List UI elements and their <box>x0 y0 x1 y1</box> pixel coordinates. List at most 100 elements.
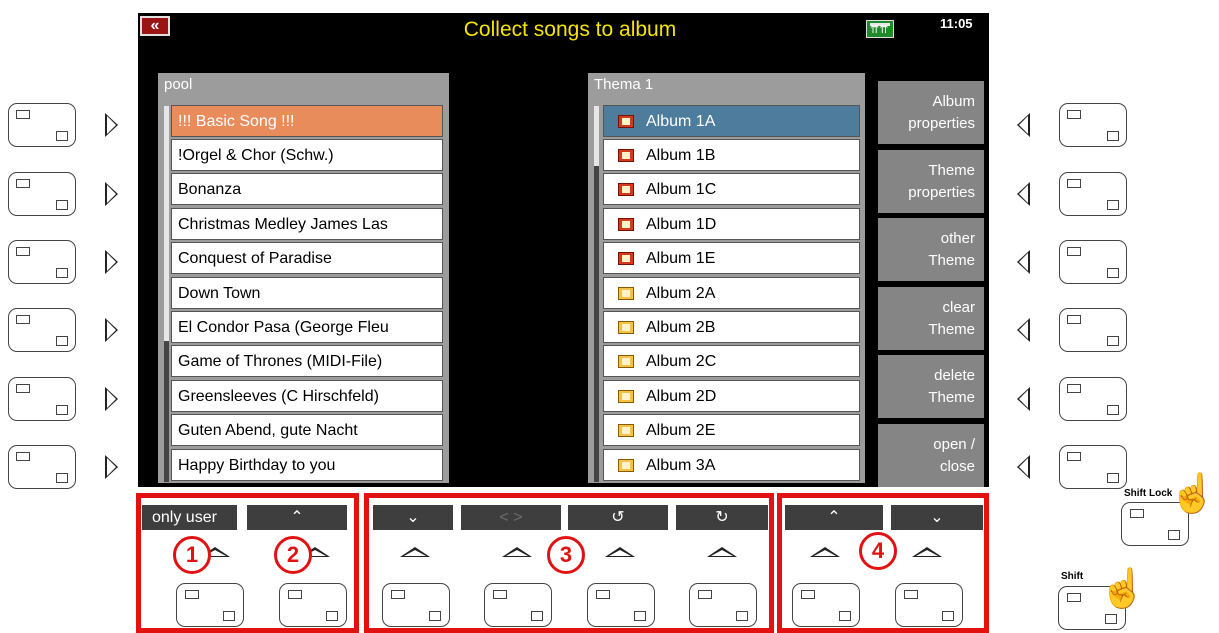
album-icon <box>618 218 634 231</box>
arrow-left-icon <box>1017 250 1030 274</box>
shift-lock-label: Shift Lock <box>1124 488 1173 499</box>
side-button-label: open / <box>933 435 975 453</box>
side-button-label: Theme <box>928 320 975 338</box>
arrow-left-icon <box>1017 318 1030 342</box>
arrow-left-icon <box>1017 387 1030 411</box>
album-icon <box>618 149 634 162</box>
thema-panel: Thema 1 Album 1A Album 1B Album 1C Album… <box>588 73 865 483</box>
side-button-label: Theme <box>928 161 975 179</box>
pool-list-item[interactable]: Guten Abend, gute Nacht <box>171 414 443 446</box>
album-icon <box>618 321 634 334</box>
registration-memory-icon <box>866 20 894 38</box>
pool-list-item[interactable]: Down Town <box>171 277 443 309</box>
album-icon <box>618 183 634 196</box>
pool-list-item[interactable]: Bonanza <box>171 173 443 205</box>
right-hw-button-5[interactable] <box>1059 377 1127 421</box>
pool-list-item[interactable]: Game of Thrones (MIDI-File) <box>171 345 443 377</box>
album-icon <box>618 287 634 300</box>
open-close-button[interactable]: open / close <box>878 424 984 487</box>
clear-theme-button[interactable]: clear Theme <box>878 287 984 350</box>
album-list-item[interactable]: Album 1D <box>603 208 860 240</box>
left-hw-button-5[interactable] <box>8 377 76 421</box>
arrow-left-icon <box>1017 113 1030 137</box>
album-label: Album 2E <box>646 422 716 439</box>
left-hw-button-3[interactable] <box>8 240 76 284</box>
pool-list-item[interactable]: Happy Birthday to you <box>171 449 443 481</box>
side-button-label: delete <box>934 366 975 384</box>
left-hw-button-1[interactable] <box>8 103 76 147</box>
album-list-item[interactable]: Album 3A <box>603 449 860 481</box>
pool-list-item[interactable]: !Orgel & Chor (Schw.) <box>171 139 443 171</box>
pool-list-item[interactable]: Conquest of Paradise <box>171 242 443 274</box>
side-button-label: Theme <box>928 388 975 406</box>
album-label: Album 2D <box>646 388 717 405</box>
album-list-item[interactable]: Album 1B <box>603 139 860 171</box>
side-button-label: close <box>939 457 975 475</box>
album-icon <box>618 459 634 472</box>
album-icon <box>618 390 634 403</box>
right-hw-button-4[interactable] <box>1059 308 1127 352</box>
album-label: Album 1E <box>646 250 716 267</box>
thema-scrollbar[interactable] <box>594 106 599 482</box>
album-label: Album 2C <box>646 353 717 370</box>
pool-panel: pool !!! Basic Song !!! !Orgel & Chor (S… <box>158 73 449 483</box>
right-hw-button-6[interactable] <box>1059 445 1127 489</box>
album-list-item[interactable]: Album 2E <box>603 414 860 446</box>
album-icon <box>618 355 634 368</box>
side-button-label: properties <box>908 183 975 201</box>
badge-4: 4 <box>859 532 897 570</box>
thema-scroll-thumb[interactable] <box>594 106 599 166</box>
right-hw-button-1[interactable] <box>1059 103 1127 147</box>
left-hw-button-6[interactable] <box>8 445 76 489</box>
pool-title: pool <box>164 76 193 93</box>
album-list-item[interactable]: Album 1E <box>603 242 860 274</box>
back-button[interactable]: « <box>140 16 170 36</box>
badge-2: 2 <box>274 536 312 574</box>
album-list-item[interactable]: Album 2C <box>603 345 860 377</box>
pool-list-item[interactable]: El Condor Pasa (George Fleu <box>171 311 443 343</box>
album-icon <box>618 115 634 128</box>
theme-properties-button[interactable]: Theme properties <box>878 150 984 213</box>
right-hw-button-2[interactable] <box>1059 172 1127 216</box>
album-label: Album 1B <box>646 147 716 164</box>
album-list-item[interactable]: Album 1C <box>603 173 860 205</box>
left-hw-button-4[interactable] <box>8 308 76 352</box>
other-theme-button[interactable]: other Theme <box>878 218 984 281</box>
clock: 11:05 <box>940 16 973 31</box>
pool-list-item[interactable]: Christmas Medley James Las <box>171 208 443 240</box>
album-label: Album 2B <box>646 319 716 336</box>
arrow-left-icon <box>1017 455 1030 479</box>
shift-label: Shift <box>1061 571 1084 582</box>
badge-3: 3 <box>547 536 585 574</box>
side-button-label: Album <box>932 92 975 110</box>
album-list-item[interactable]: Album 2B <box>603 311 860 343</box>
arrow-right-icon <box>105 113 118 137</box>
right-hw-button-3[interactable] <box>1059 240 1127 284</box>
album-label: Album 1D <box>646 216 717 233</box>
album-label: Album 1C <box>646 181 717 198</box>
pool-list-item[interactable]: Greensleeves (C Hirschfeld) <box>171 380 443 412</box>
arrow-left-icon <box>1017 182 1030 206</box>
side-button-label: properties <box>908 114 975 132</box>
side-button-label: clear <box>942 298 975 316</box>
album-properties-button[interactable]: Album properties <box>878 81 984 144</box>
album-list-item[interactable]: Album 2D <box>603 380 860 412</box>
pool-list-item[interactable]: !!! Basic Song !!! <box>171 105 443 137</box>
arrow-right-icon <box>105 455 118 479</box>
pool-scrollbar[interactable] <box>164 106 169 482</box>
pool-scroll-thumb[interactable] <box>164 106 169 341</box>
album-label: Album 3A <box>646 457 716 474</box>
album-icon <box>618 424 634 437</box>
delete-theme-button[interactable]: delete Theme <box>878 355 984 418</box>
side-button-label: Theme <box>928 251 975 269</box>
album-list-item[interactable]: Album 2A <box>603 277 860 309</box>
album-list-item[interactable]: Album 1A <box>603 105 860 137</box>
arrow-right-icon <box>105 318 118 342</box>
album-icon <box>618 252 634 265</box>
album-label: Album 2A <box>646 285 716 302</box>
thema-title: Thema 1 <box>594 76 654 93</box>
badge-1: 1 <box>173 536 211 574</box>
arrow-right-icon <box>105 387 118 411</box>
left-hw-button-2[interactable] <box>8 172 76 216</box>
pointing-hand-icon: ☝ <box>1099 568 1147 610</box>
